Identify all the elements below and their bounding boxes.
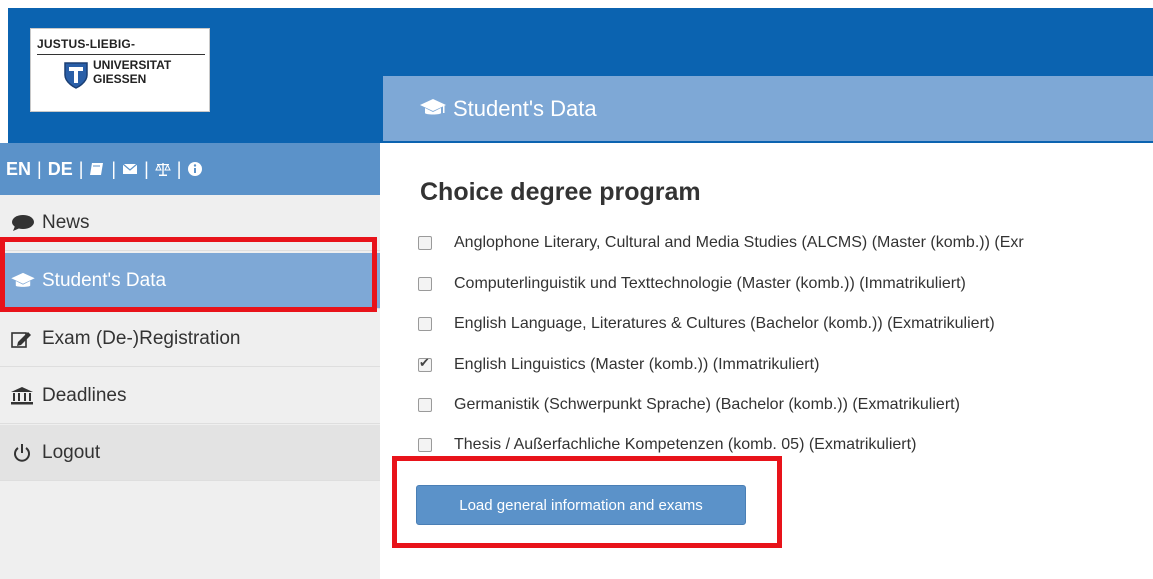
comment-icon [12, 214, 34, 231]
program-label: Anglophone Literary, Cultural and Media … [454, 234, 1024, 251]
content-header: Student's Data [383, 76, 1153, 141]
separator: | [37, 158, 42, 179]
program-label: Computerlinguistik und Texttechnologie (… [454, 275, 966, 292]
section-title: Choice degree program [420, 178, 701, 206]
program-option[interactable]: Anglophone Literary, Cultural and Media … [418, 231, 1024, 255]
program-label: Germanistik (Schwerpunkt Sprache) (Bache… [454, 396, 960, 413]
sidebar-item-label: News [42, 211, 90, 233]
program-option[interactable]: English Language, Literatures & Cultures… [418, 312, 995, 336]
envelope-icon[interactable] [122, 161, 138, 177]
separator: | [78, 158, 84, 179]
university-logo[interactable]: JUSTUS-LIEBIG- UNIVERSITAT GIESSEN [30, 28, 210, 112]
language-bar: EN | DE | | | | [0, 143, 380, 195]
logo-line-3: GIESSEN [93, 72, 147, 86]
separator: | [111, 158, 117, 179]
sidebar-item-label: Logout [42, 441, 101, 463]
program-checkbox[interactable] [418, 277, 432, 291]
program-checkbox[interactable] [418, 438, 432, 452]
logo-seal-icon [64, 62, 88, 89]
sidebar-filler [0, 483, 380, 579]
program-option[interactable]: English Linguistics (Master (komb.)) (Im… [418, 353, 819, 377]
logo-line-1: JUSTUS-LIEBIG- [37, 37, 136, 51]
program-option[interactable]: Computerlinguistik und Texttechnologie (… [418, 272, 966, 296]
sidebar-item-label: Exam (De-)Registration [42, 327, 241, 349]
book-icon[interactable] [89, 161, 105, 177]
program-label: English Linguistics (Master (komb.)) (Im… [454, 356, 820, 373]
edit-icon [11, 331, 31, 348]
info-icon[interactable] [187, 161, 203, 177]
lang-de-link[interactable]: DE [48, 159, 73, 180]
separator: | [176, 158, 182, 179]
program-checkbox[interactable] [418, 317, 432, 331]
highlight-box-button [392, 456, 782, 548]
program-label: Thesis / Außerfachliche Kompetenzen (kom… [454, 436, 917, 453]
sidebar-item-logout[interactable]: Logout [0, 425, 380, 481]
graduation-cap-icon [420, 99, 446, 115]
sidebar-item-deadlines[interactable]: Deadlines [0, 368, 380, 424]
sidebar-item-label: Deadlines [42, 384, 127, 406]
program-label: English Language, Literatures & Cultures… [454, 315, 995, 332]
power-icon [14, 443, 30, 462]
program-option[interactable]: Germanistik (Schwerpunkt Sprache) (Bache… [418, 393, 960, 417]
scale-icon[interactable] [154, 161, 171, 177]
separator: | [144, 158, 149, 179]
bank-icon [11, 386, 33, 404]
program-checkbox[interactable] [418, 236, 432, 250]
lang-en-link[interactable]: EN [6, 159, 31, 180]
sidebar-item-exam-registration[interactable]: Exam (De-)Registration [0, 311, 380, 367]
highlight-box-sidebar [0, 237, 377, 312]
sidebar: EN | DE | | | | News Student's Data Exam… [0, 143, 380, 579]
program-checkbox[interactable] [418, 398, 432, 412]
program-option[interactable]: Thesis / Außerfachliche Kompetenzen (kom… [418, 433, 916, 457]
logo-rule [37, 54, 205, 55]
page-title: Student's Data [453, 96, 597, 121]
program-checkbox[interactable] [418, 355, 432, 372]
logo-line-2: UNIVERSITAT [93, 58, 172, 72]
